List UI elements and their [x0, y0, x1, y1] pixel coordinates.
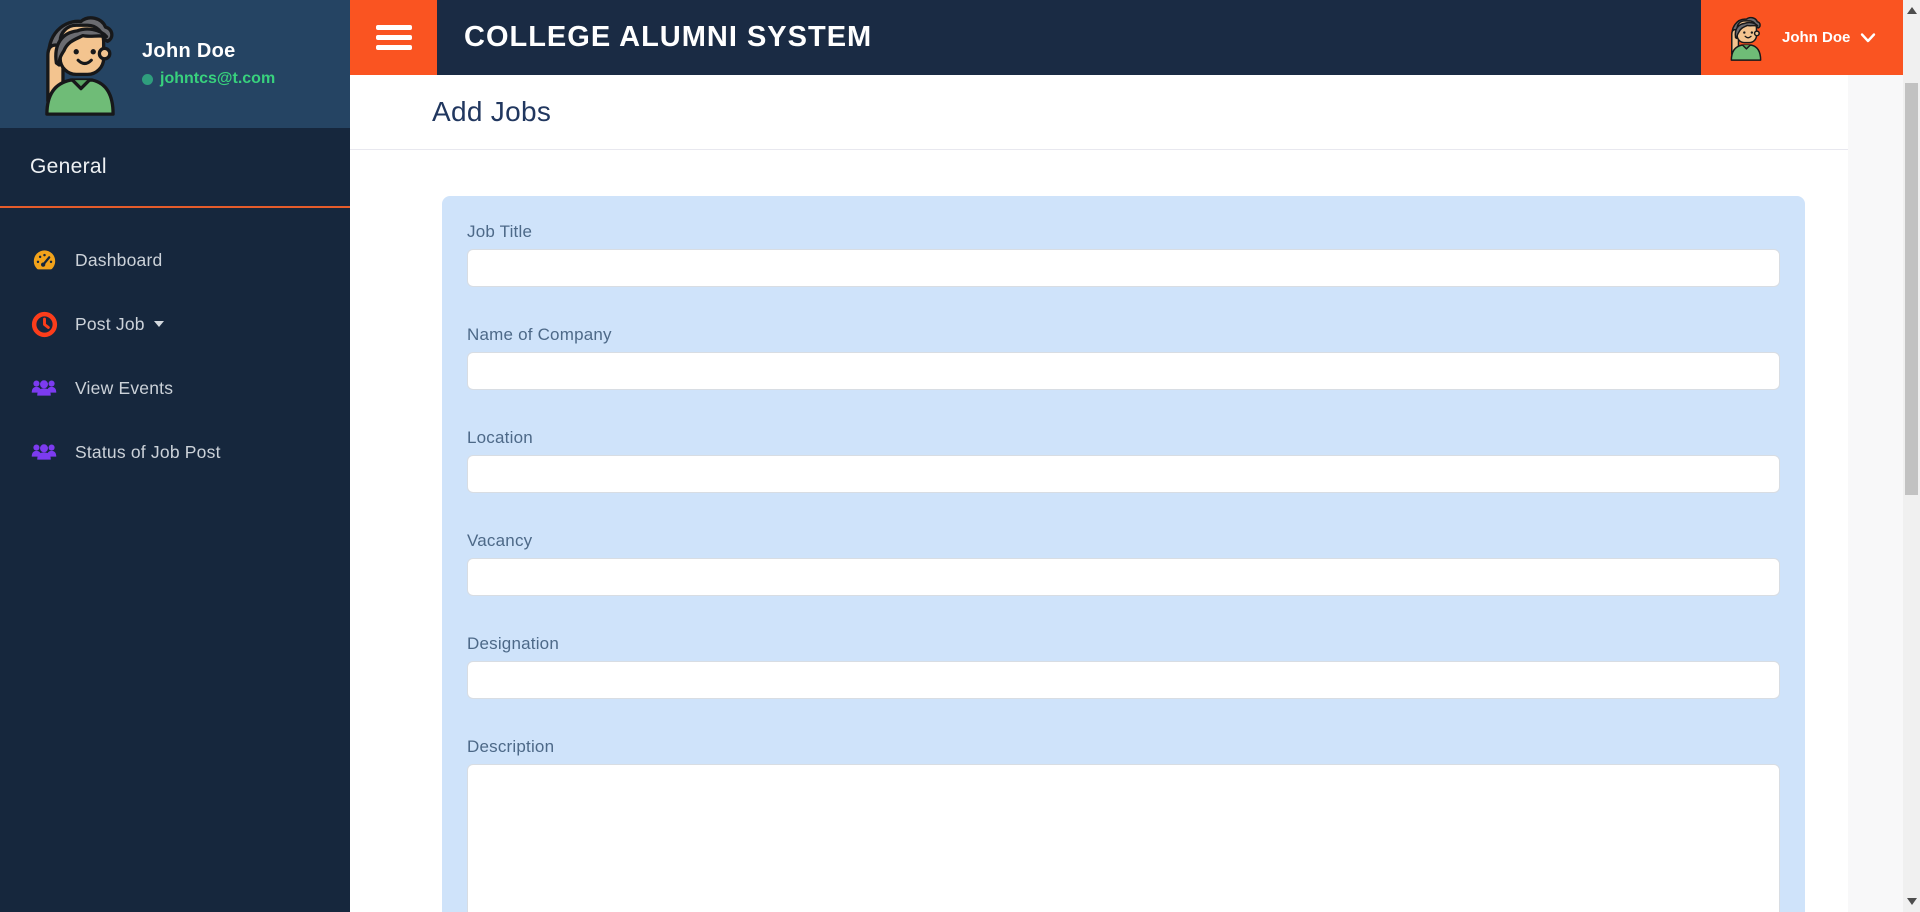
scrollbar-thumb[interactable]: [1905, 83, 1918, 495]
location-label: Location: [467, 428, 533, 447]
sidebar-nav: Dashboard Post Job View Events Status of…: [0, 208, 350, 484]
sidebar-user-panel: John Doe johntcs@t.com: [0, 0, 350, 128]
vertical-scrollbar[interactable]: [1903, 0, 1920, 912]
topbar-user-dropdown[interactable]: John Doe: [1701, 0, 1903, 75]
content-area: Add Jobs Job Title Name of Company Locat…: [350, 75, 1903, 912]
topbar-username: John Doe: [1782, 29, 1851, 46]
sidebar-item-view-events[interactable]: View Events: [0, 356, 350, 420]
sidebar-item-label: Status of Job Post: [75, 441, 221, 462]
designation-label: Designation: [467, 634, 559, 653]
app-title: COLLEGE ALUMNI SYSTEM: [464, 21, 873, 53]
app-window: John Doe johntcs@t.com General Dashboard…: [0, 0, 1903, 912]
field-job-title: Job Title: [467, 222, 1780, 287]
field-designation: Designation: [467, 634, 1780, 699]
sidebar-section-general: General: [0, 128, 350, 208]
sidebar: John Doe johntcs@t.com General Dashboard…: [0, 0, 350, 912]
field-company-name: Name of Company: [467, 325, 1780, 390]
sidebar-item-status-of-job-post[interactable]: Status of Job Post: [0, 420, 350, 484]
caret-down-icon: [153, 321, 164, 327]
hamburger-icon: [375, 25, 412, 30]
designation-input[interactable]: [467, 661, 1780, 699]
page-panel: Add Jobs Job Title Name of Company Locat…: [350, 75, 1848, 912]
topbar-avatar: [1730, 16, 1762, 61]
company-name-label: Name of Company: [467, 325, 612, 344]
field-description: Description: [467, 737, 1780, 912]
field-location: Location: [467, 428, 1780, 493]
user-avatar: [45, 16, 115, 116]
description-label: Description: [467, 737, 555, 756]
tachometer-icon: [30, 246, 58, 274]
sidebar-item-label: View Events: [75, 377, 174, 398]
sidebar-item-label: Post Job: [75, 313, 145, 334]
company-name-input[interactable]: [467, 352, 1780, 390]
user-name: John Doe: [142, 40, 236, 62]
hamburger-menu-button[interactable]: [350, 0, 437, 75]
description-textarea[interactable]: [467, 764, 1780, 912]
form-card: Job Title Name of Company Location Vacan…: [442, 196, 1805, 912]
vacancy-input[interactable]: [467, 558, 1780, 596]
location-input[interactable]: [467, 455, 1780, 493]
scroll-up-arrow-icon[interactable]: [1907, 7, 1917, 14]
scroll-down-arrow-icon[interactable]: [1907, 898, 1917, 905]
chevron-down-icon: [1861, 32, 1876, 42]
users-icon: [30, 374, 58, 402]
user-email[interactable]: johntcs@t.com: [160, 70, 275, 88]
users-icon: [30, 438, 58, 466]
clock-icon: [30, 310, 58, 338]
page-title: Add Jobs: [432, 96, 552, 127]
status-dot-icon: [142, 73, 153, 85]
sidebar-item-label: Dashboard: [75, 249, 163, 270]
job-title-input[interactable]: [467, 249, 1780, 287]
sidebar-item-post-job[interactable]: Post Job: [0, 292, 350, 356]
section-heading: General: [30, 155, 107, 178]
page-header: Add Jobs: [350, 75, 1848, 150]
topbar: COLLEGE ALUMNI SYSTEM John Doe: [350, 0, 1903, 75]
add-jobs-form: Job Title Name of Company Location Vacan…: [350, 150, 1848, 912]
job-title-label: Job Title: [467, 222, 533, 241]
sidebar-item-dashboard[interactable]: Dashboard: [0, 228, 350, 292]
field-vacancy: Vacancy: [467, 531, 1780, 596]
vacancy-label: Vacancy: [467, 531, 533, 550]
